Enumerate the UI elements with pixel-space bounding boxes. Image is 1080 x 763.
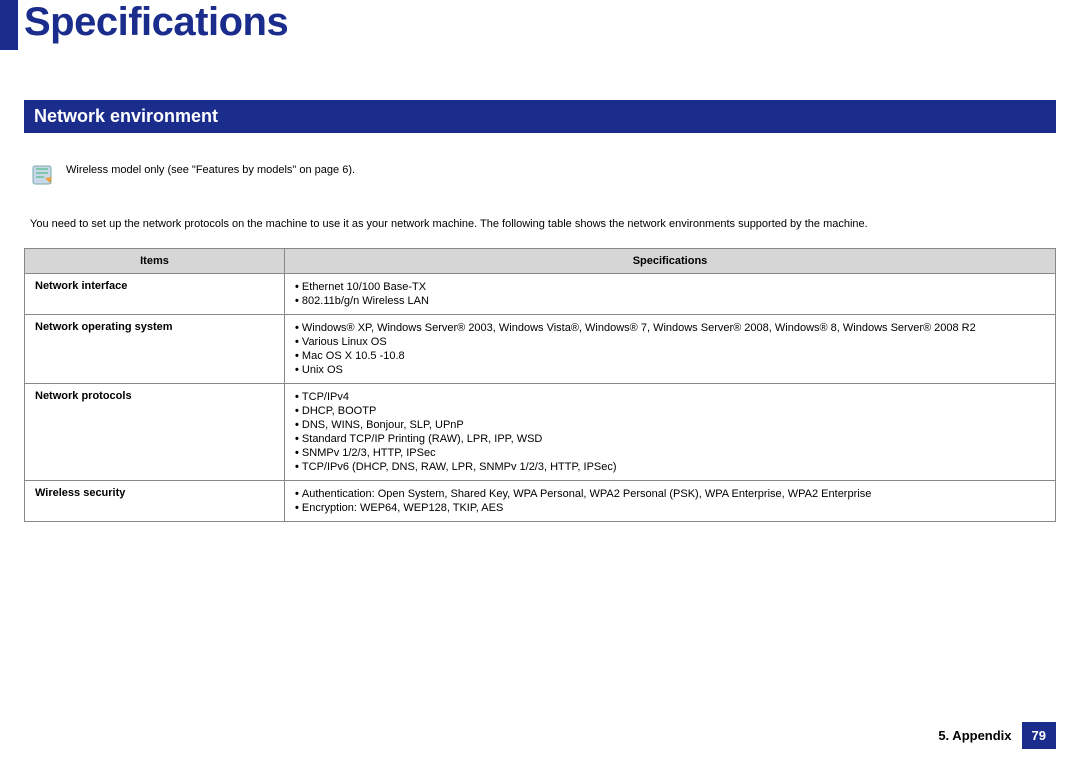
spec-value: Encryption: WEP64, WEP128, TKIP, AES — [295, 501, 1045, 515]
spec-value: TCP/IPv4 — [295, 390, 1045, 404]
item-cell: Network protocols — [25, 384, 285, 481]
spec-value: SNMPv 1/2/3, HTTP, IPSec — [295, 446, 1045, 460]
side-accent-bar — [0, 0, 18, 50]
item-cell: Wireless security — [25, 481, 285, 522]
table-row: Network protocols TCP/IPv4 DHCP, BOOTP D… — [25, 384, 1056, 481]
note-icon — [30, 163, 54, 187]
spec-cell: Ethernet 10/100 Base-TX 802.11b/g/n Wire… — [285, 274, 1056, 315]
footer-label: 5. Appendix — [938, 728, 1011, 743]
spec-value: Unix OS — [295, 363, 1045, 377]
specifications-table: Items Specifications Network interface E… — [24, 248, 1056, 522]
spec-value: Various Linux OS — [295, 335, 1045, 349]
spec-cell: TCP/IPv4 DHCP, BOOTP DNS, WINS, Bonjour,… — [285, 384, 1056, 481]
table-row: Wireless security Authentication: Open S… — [25, 481, 1056, 522]
note-text: Wireless model only (see "Features by mo… — [66, 163, 1056, 178]
spec-value: Standard TCP/IP Printing (RAW), LPR, IPP… — [295, 432, 1045, 446]
spec-value: 802.11b/g/n Wireless LAN — [295, 294, 1045, 308]
page-title: Specifications — [24, 0, 288, 45]
spec-cell: Authentication: Open System, Shared Key,… — [285, 481, 1056, 522]
header-specs: Specifications — [285, 249, 1056, 274]
spec-value: DNS, WINS, Bonjour, SLP, UPnP — [295, 418, 1045, 432]
spec-value: Ethernet 10/100 Base-TX — [295, 280, 1045, 294]
spec-value: TCP/IPv6 (DHCP, DNS, RAW, LPR, SNMPv 1/2… — [295, 460, 1045, 474]
section-header: Network environment — [24, 100, 1056, 133]
header-items: Items — [25, 249, 285, 274]
item-cell: Network operating system — [25, 315, 285, 384]
intro-text: You need to set up the network protocols… — [24, 217, 1056, 232]
spec-value: DHCP, BOOTP — [295, 404, 1045, 418]
spec-value: Authentication: Open System, Shared Key,… — [295, 487, 1045, 501]
table-row: Network operating system Windows® XP, Wi… — [25, 315, 1056, 384]
spec-cell: Windows® XP, Windows Server® 2003, Windo… — [285, 315, 1056, 384]
content-area: Network environment Wireless model only … — [24, 100, 1056, 522]
note-row: Wireless model only (see "Features by mo… — [24, 163, 1056, 187]
table-header-row: Items Specifications — [25, 249, 1056, 274]
page-number: 79 — [1022, 722, 1056, 749]
spec-value: Mac OS X 10.5 -10.8 — [295, 349, 1045, 363]
item-cell: Network interface — [25, 274, 285, 315]
table-row: Network interface Ethernet 10/100 Base-T… — [25, 274, 1056, 315]
spec-value: Windows® XP, Windows Server® 2003, Windo… — [295, 321, 1045, 335]
footer: 5. Appendix 79 — [938, 722, 1056, 749]
